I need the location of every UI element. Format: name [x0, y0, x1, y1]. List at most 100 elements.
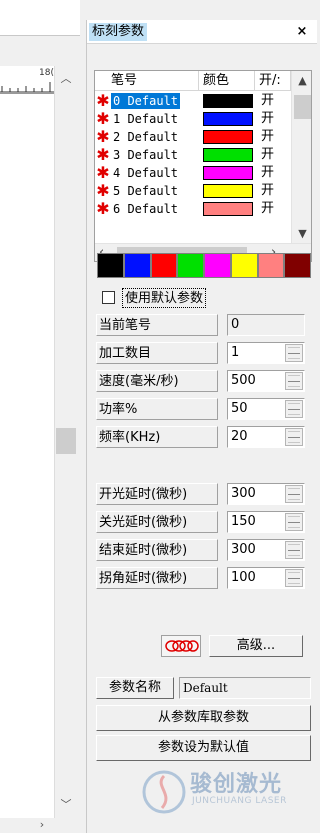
power-field[interactable]: 50: [227, 398, 305, 420]
pen-row[interactable]: ✱ 3 Default 开: [95, 146, 291, 164]
column-header-on[interactable]: 开/:: [255, 71, 291, 91]
spinner-icon[interactable]: [285, 541, 303, 559]
power-value[interactable]: 50: [231, 399, 248, 419]
pen-row[interactable]: ✱ 4 Default 开: [95, 164, 291, 182]
end-delay-field[interactable]: 300: [227, 539, 305, 561]
use-default-label[interactable]: 使用默认参数: [122, 288, 207, 308]
advanced-button[interactable]: 高级...: [209, 635, 303, 657]
column-header-pen[interactable]: 笔号: [95, 71, 199, 91]
palette-color[interactable]: [257, 253, 285, 278]
pen-color-swatch[interactable]: [203, 130, 253, 144]
pen-row[interactable]: ✱ 5 Default 开: [95, 182, 291, 200]
current-pen-label: 当前笔号: [96, 314, 218, 336]
palette-color[interactable]: [150, 253, 178, 278]
chevron-up-icon[interactable]: ︿: [55, 70, 77, 85]
pen-list-vertical-scrollbar[interactable]: ▲ ▼: [291, 71, 311, 243]
laser-off-delay-value[interactable]: 150: [231, 512, 256, 532]
speed-field[interactable]: 500: [227, 370, 305, 392]
process-count-field[interactable]: 1: [227, 342, 305, 364]
end-delay-label: 结束延时(微秒): [96, 539, 218, 561]
rings-graphic: [165, 640, 199, 652]
column-header-color[interactable]: 颜色: [199, 71, 255, 91]
pen-name: 3 Default: [113, 148, 179, 162]
pen-row[interactable]: ✱ 6 Default 开: [95, 200, 291, 218]
junchuang-laser-watermark: 骏创激光 JUNCHUANG LASER: [138, 760, 316, 826]
use-default-checkbox[interactable]: [102, 291, 115, 304]
end-delay-value[interactable]: 300: [231, 540, 256, 560]
pen-on-state: 开: [261, 183, 275, 198]
ruler-ticks: [0, 82, 56, 93]
pen-on-state: 开: [261, 93, 275, 108]
set-as-default-button[interactable]: 参数设为默认值: [96, 735, 311, 761]
scrollbar-thumb[interactable]: [294, 95, 311, 119]
workspace-vertical-scrollbar[interactable]: ︿ ﹀: [54, 66, 76, 818]
close-icon[interactable]: ×: [295, 24, 309, 40]
canvas-area[interactable]: [0, 66, 62, 818]
marking-params-panel: 标刻参数 × 笔号 颜色 开/: ✱ 0 Default 开 ✱ 1 Defau…: [86, 20, 317, 833]
spinner-icon[interactable]: [285, 569, 303, 587]
pen-list-rows: ✱ 0 Default 开 ✱ 1 Default 开 ✱ 2 Default …: [95, 92, 291, 218]
frequency-label: 频率(KHz): [96, 426, 218, 448]
palette-color[interactable]: [177, 253, 204, 278]
pen-on-state: 开: [261, 201, 275, 216]
speed-label: 速度(毫米/秒): [96, 370, 218, 392]
laser-off-delay-label: 关光延时(微秒): [96, 511, 218, 533]
frequency-field[interactable]: 20: [227, 426, 305, 448]
spinner-icon[interactable]: [285, 372, 303, 390]
pen-name: 4 Default: [113, 166, 179, 180]
palette-color[interactable]: [97, 253, 124, 278]
pen-row[interactable]: ✱ 2 Default 开: [95, 128, 291, 146]
chevron-down-icon[interactable]: ▼: [292, 227, 311, 240]
param-name-value: Default: [179, 677, 311, 699]
spinner-icon[interactable]: [285, 400, 303, 418]
palette-color[interactable]: [123, 253, 151, 278]
chevron-right-icon[interactable]: ›: [30, 818, 54, 833]
asterisk-icon: ✱: [96, 91, 110, 110]
chevron-up-icon[interactable]: ▲: [292, 74, 311, 87]
asterisk-icon: ✱: [96, 127, 110, 146]
asterisk-icon: ✱: [96, 145, 110, 164]
rings-icon[interactable]: [161, 635, 201, 657]
frequency-value[interactable]: 20: [231, 427, 248, 447]
pen-row[interactable]: ✱ 1 Default 开: [95, 110, 291, 128]
watermark-cn: 骏创激光: [190, 772, 283, 797]
spinner-icon[interactable]: [285, 344, 303, 362]
load-from-library-button[interactable]: 从参数库取参数: [96, 705, 311, 731]
spinner-icon[interactable]: [285, 513, 303, 531]
current-pen-value: 0: [227, 314, 305, 336]
corner-delay-field[interactable]: 100: [227, 567, 305, 589]
pen-name: 0 Default: [111, 93, 181, 109]
panel-title: 标刻参数: [89, 23, 148, 41]
pen-color-swatch[interactable]: [203, 112, 253, 126]
pen-list-header: 笔号 颜色 开/:: [95, 71, 291, 91]
spinner-icon[interactable]: [285, 485, 303, 503]
pen-on-state: 开: [261, 165, 275, 180]
pen-row[interactable]: ✱ 0 Default 开: [95, 92, 291, 110]
pen-color-swatch[interactable]: [203, 202, 253, 216]
corner-delay-label: 拐角延时(微秒): [96, 567, 218, 589]
speed-value[interactable]: 500: [231, 371, 256, 391]
chevron-down-icon[interactable]: ﹀: [55, 796, 77, 811]
pen-color-swatch[interactable]: [203, 148, 253, 162]
laser-on-delay-value[interactable]: 300: [231, 484, 256, 504]
palette-color[interactable]: [230, 253, 258, 278]
corner-delay-value[interactable]: 100: [231, 568, 256, 588]
palette-color[interactable]: [284, 253, 311, 278]
spinner-icon[interactable]: [285, 428, 303, 446]
scrollbar-thumb[interactable]: [56, 428, 76, 454]
laser-off-delay-field[interactable]: 150: [227, 511, 305, 533]
pen-color-swatch[interactable]: [203, 184, 253, 198]
pen-list[interactable]: 笔号 颜色 开/: ✱ 0 Default 开 ✱ 1 Default 开 ✱ …: [94, 70, 312, 262]
pen-on-state: 开: [261, 147, 275, 162]
laser-on-delay-field[interactable]: 300: [227, 483, 305, 505]
pen-color-swatch[interactable]: [203, 166, 253, 180]
process-count-value[interactable]: 1: [231, 343, 239, 363]
toolbar-strip: [0, 0, 80, 36]
pen-name: 6 Default: [113, 202, 179, 216]
pen-name: 5 Default: [113, 184, 179, 198]
param-name-button[interactable]: 参数名称: [96, 677, 174, 699]
power-label: 功率%: [96, 398, 218, 420]
palette-color[interactable]: [204, 253, 231, 278]
pen-color-swatch[interactable]: [203, 94, 253, 108]
process-count-label: 加工数目: [96, 342, 218, 364]
